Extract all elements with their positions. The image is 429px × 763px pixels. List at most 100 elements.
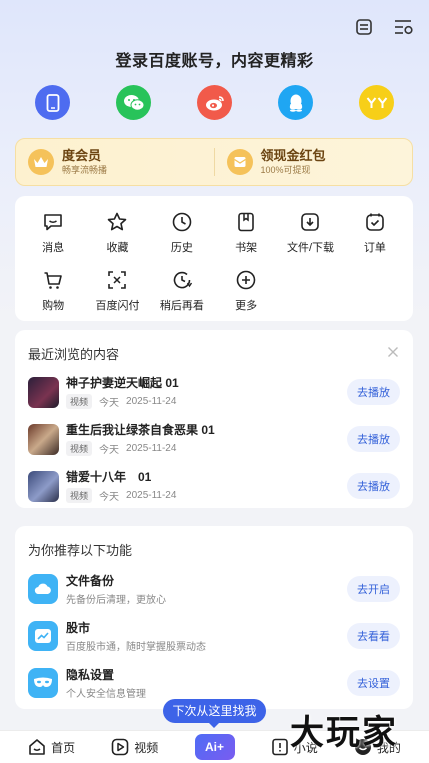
scan-pay-icon (105, 268, 129, 292)
nav-video[interactable]: 视频 (111, 738, 158, 756)
recent-item-date: 2025-11-24 (126, 443, 177, 454)
wechat-login-icon[interactable] (116, 85, 151, 120)
tool-label: 消息 (42, 242, 65, 254)
recent-item[interactable]: 重生后我让绿茶自食恶果 01 视频 今天 2025-11-24 去播放 (28, 421, 400, 457)
video-thumbnail (28, 470, 59, 502)
recent-item-date: 2025-11-24 (126, 396, 177, 407)
weibo-login-icon[interactable] (197, 85, 232, 120)
settings-button[interactable]: 去设置 (347, 670, 400, 696)
recommend-item-privacy[interactable]: 隐私设置 个人安全信息管理 去设置 (28, 666, 400, 700)
red-packet-title: 领现金红包 (260, 148, 326, 163)
message-icon (41, 210, 65, 234)
crown-icon (28, 149, 54, 175)
recommend-item-sub: 百度股市通，随时掌握股票动态 (66, 641, 206, 653)
recent-item-day: 今天 (99, 398, 120, 409)
recommend-item-backup[interactable]: 文件备份 先备份后清理，更放心 去开启 (28, 572, 400, 606)
recommend-item-title: 文件备份 (66, 573, 115, 588)
recommend-item-title: 股市 (66, 620, 91, 635)
recommend-item-sub: 先备份后清理，更放心 (66, 594, 166, 606)
vip-card: 度会员 畅享流畅播 领现金红包 100%可提现 (15, 138, 413, 186)
recommend-item-stocks[interactable]: 股市 百度股市通，随时掌握股票动态 去看看 (28, 619, 400, 653)
content-tag: 视频 (66, 441, 93, 456)
nav-ai-button[interactable]: Ai+ (194, 734, 235, 760)
tool-label: 购物 (42, 300, 65, 312)
vip-member-title: 度会员 (62, 148, 102, 163)
phone-login-icon[interactable] (35, 85, 70, 120)
tool-files-downloads[interactable]: 文件/下载 (278, 210, 342, 255)
stock-chart-icon (28, 621, 58, 651)
tool-label: 书架 (235, 242, 258, 254)
ai-tooltip: 下次从这里找我 (163, 699, 266, 728)
tool-label: 订单 (363, 242, 386, 254)
red-packet-entry[interactable]: 领现金红包 100%可提现 (213, 148, 413, 176)
star-icon (105, 210, 129, 234)
play-button[interactable]: 去播放 (347, 379, 400, 405)
recommend-title: 为你推荐以下功能 (28, 543, 133, 558)
home-icon (29, 739, 45, 755)
download-icon (298, 210, 322, 234)
tool-orders[interactable]: 订单 (343, 210, 407, 255)
watch-later-icon (170, 268, 194, 292)
recent-item-title: 重生后我让绿茶自食恶果 01 (66, 423, 215, 437)
recent-item-title: 神子护妻逆天崛起 01 (66, 376, 179, 390)
video-thumbnail (28, 376, 59, 408)
watermark: 大玩家 (290, 714, 398, 752)
top-toolbar (353, 16, 415, 38)
privacy-mask-icon (28, 668, 58, 698)
recent-item-date: 2025-11-24 (126, 490, 177, 501)
tool-more[interactable]: 更多 (214, 268, 278, 313)
tool-favorites[interactable]: 收藏 (85, 210, 149, 255)
yy-login-icon[interactable] (359, 85, 394, 120)
enable-button[interactable]: 去开启 (347, 576, 400, 602)
recent-title: 最近浏览的内容 (28, 347, 120, 362)
tool-label: 更多 (235, 300, 258, 312)
cart-icon (41, 268, 65, 292)
vip-member-entry[interactable]: 度会员 畅享流畅播 (16, 139, 214, 185)
nav-home-label: 首页 (51, 740, 76, 755)
nav-home[interactable]: 首页 (28, 738, 75, 756)
tool-shopping[interactable]: 购物 (21, 268, 85, 313)
tool-label: 历史 (170, 242, 193, 254)
content-tag: 视频 (66, 488, 93, 503)
login-prompt[interactable]: 登录百度账号，内容更精彩 (0, 47, 429, 71)
recent-item-title: 错爱十八年 01 (66, 470, 152, 484)
tool-bookshelf[interactable]: 书架 (214, 210, 278, 255)
red-packet-sub: 100%可提现 (260, 165, 311, 175)
tool-baidu-pay[interactable]: 百度闪付 (85, 268, 149, 313)
recommend-item-title: 隐私设置 (66, 667, 115, 682)
qq-login-icon[interactable] (278, 85, 313, 120)
nav-video-label: 视频 (134, 740, 159, 755)
tool-history[interactable]: 历史 (150, 210, 214, 255)
settings-list-icon[interactable] (393, 16, 415, 38)
recent-item-day: 今天 (99, 492, 120, 503)
content-tag: 视频 (66, 394, 93, 409)
order-icon (363, 210, 387, 234)
play-button[interactable]: 去播放 (347, 473, 400, 499)
tools-card: 消息 收藏 历史 书架 文件/下载 订单 购物 百度闪付 稍后再看 更多 (15, 196, 413, 321)
vip-member-sub: 畅享流畅播 (62, 165, 108, 175)
tool-message[interactable]: 消息 (21, 210, 85, 255)
cloud-icon (28, 574, 58, 604)
bookmark-icon (234, 210, 258, 234)
recent-item[interactable]: 错爱十八年 01 视频 今天 2025-11-24 去播放 (28, 468, 400, 504)
clock-icon (170, 210, 194, 234)
plus-icon (234, 268, 258, 292)
recent-card: 最近浏览的内容 神子护妻逆天崛起 01 视频 今天 2025-11-24 去播放… (15, 330, 413, 508)
red-packet-icon (226, 149, 253, 175)
recommend-card: 为你推荐以下功能 文件备份 先备份后清理，更放心 去开启 股市 百度股市通，随时… (15, 526, 413, 709)
menu-list-icon[interactable] (353, 16, 375, 38)
book-icon (271, 738, 288, 756)
recent-item-day: 今天 (99, 445, 120, 456)
close-icon[interactable] (387, 345, 399, 357)
view-button[interactable]: 去看看 (347, 623, 400, 649)
tool-label: 文件/下载 (286, 242, 335, 254)
tool-label: 收藏 (106, 242, 129, 254)
tool-label: 百度闪付 (95, 300, 140, 312)
play-button[interactable]: 去播放 (347, 426, 400, 452)
tool-watch-later[interactable]: 稍后再看 (150, 268, 214, 313)
login-options (35, 85, 394, 120)
recommend-item-sub: 个人安全信息管理 (66, 688, 146, 700)
recent-item[interactable]: 神子护妻逆天崛起 01 视频 今天 2025-11-24 去播放 (28, 374, 400, 410)
video-thumbnail (28, 423, 59, 455)
video-play-icon (111, 738, 129, 756)
